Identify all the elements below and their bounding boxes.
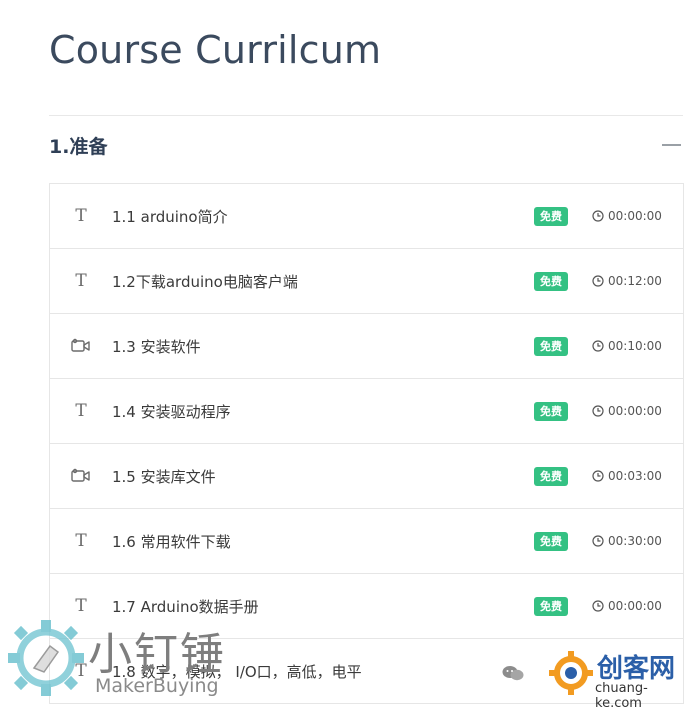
gear-orange-icon: [549, 651, 593, 695]
text-lesson-icon: T: [75, 271, 87, 291]
duration-text: 00:00:00: [608, 209, 662, 223]
lesson-title[interactable]: 1.1 arduino简介: [112, 206, 228, 227]
lesson-row[interactable]: 1.5 安装库文件 免费 00:03:00: [50, 444, 683, 509]
video-lesson-icon: [70, 465, 92, 487]
free-badge: 免费: [534, 596, 568, 616]
clock-icon: [592, 535, 608, 547]
watermark-right-text: 创客网: [597, 654, 676, 684]
wechat-icon: [502, 666, 524, 681]
text-lesson-icon: T: [75, 596, 87, 616]
divider: [49, 115, 683, 116]
lesson-row[interactable]: T 1.4 安装驱动程序 免费 00:00:00: [50, 379, 683, 444]
free-badge: 免费: [534, 466, 568, 486]
lesson-duration: 00:12:00: [592, 274, 662, 288]
collapse-minus-icon[interactable]: [662, 144, 681, 146]
lesson-duration: 00:00:00: [592, 209, 662, 223]
lesson-row[interactable]: T 1.2下载arduino电脑客户端 免费 00:12:00: [50, 249, 683, 314]
text-lesson-icon: T: [75, 401, 87, 421]
page-title: Course Currilcum: [49, 28, 382, 72]
duration-text: 00:30:00: [608, 534, 662, 548]
duration-text: 00:03:00: [608, 469, 662, 483]
watermark-left-subtext: MakerBuying: [95, 675, 219, 697]
duration-text: 00:00:00: [608, 404, 662, 418]
lesson-duration: 00:00:00: [592, 404, 662, 418]
clock-icon: [592, 600, 608, 612]
lesson-title[interactable]: 1.6 常用软件下载: [112, 531, 231, 552]
lesson-row[interactable]: 1.3 安装软件 免费 00:10:00: [50, 314, 683, 379]
clock-icon: [592, 275, 608, 287]
section-title: 1.准备: [49, 135, 108, 158]
section-header[interactable]: 1.准备: [49, 128, 683, 162]
watermark-left-text: 小钉锤: [88, 629, 226, 680]
watermark-right-url: chuang-ke.com: [595, 681, 648, 711]
duration-text: 00:12:00: [608, 274, 662, 288]
clock-icon: [592, 340, 608, 352]
lesson-row[interactable]: T 1.6 常用软件下载 免费 00:30:00: [50, 509, 683, 574]
free-badge: 免费: [534, 531, 568, 551]
lesson-duration: 00:30:00: [592, 534, 662, 548]
lesson-duration: 00:03:00: [592, 469, 662, 483]
text-lesson-icon: T: [75, 531, 87, 551]
free-badge: 免费: [534, 271, 568, 291]
clock-icon: [592, 405, 608, 417]
duration-text: 00:10:00: [608, 339, 662, 353]
clock-icon: [592, 470, 608, 482]
lesson-duration: 00:10:00: [592, 339, 662, 353]
clock-icon: [592, 210, 608, 222]
lesson-title[interactable]: 1.7 Arduino数据手册: [112, 596, 259, 617]
free-badge: 免费: [534, 336, 568, 356]
lesson-title[interactable]: 1.3 安装软件: [112, 336, 201, 357]
free-badge: 免费: [534, 206, 568, 226]
video-lesson-icon: [70, 335, 92, 357]
duration-text: 00:00:00: [608, 599, 662, 613]
lesson-title[interactable]: 1.2下载arduino电脑客户端: [112, 271, 298, 292]
lesson-row[interactable]: T 1.1 arduino简介 免费 00:00:00: [50, 184, 683, 249]
lesson-title[interactable]: 1.4 安装驱动程序: [112, 401, 231, 422]
lesson-duration: 00:00:00: [592, 599, 662, 613]
text-lesson-icon: T: [75, 206, 87, 226]
free-badge: 免费: [534, 401, 568, 421]
lesson-title[interactable]: 1.5 安装库文件: [112, 466, 216, 487]
